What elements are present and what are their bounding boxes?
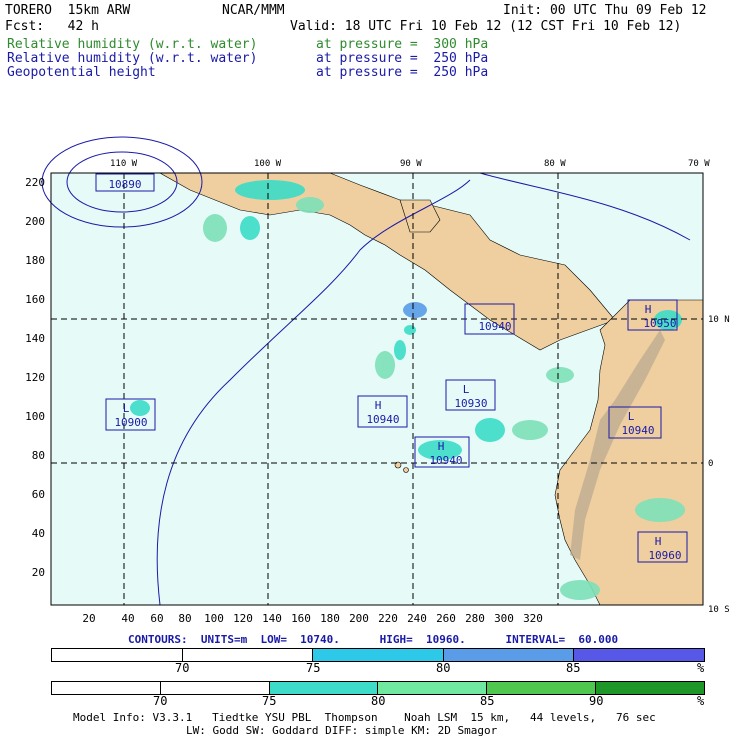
- svg-text:H: H: [438, 440, 445, 453]
- scale2-label: 75: [262, 694, 277, 708]
- scale-segment: [378, 682, 488, 694]
- x-tick: 220: [378, 612, 398, 625]
- scale2-label: 80: [371, 694, 386, 708]
- x-tick: 200: [349, 612, 369, 625]
- scale1-label: 80: [436, 661, 451, 675]
- y-tick: 220: [25, 176, 45, 189]
- scale-segment: [443, 649, 575, 661]
- svg-text:10940: 10940: [478, 320, 511, 333]
- svg-text:10900: 10900: [114, 416, 147, 429]
- lon-label: 70 W: [688, 159, 710, 169]
- rh-300-color-scale: [51, 648, 705, 662]
- x-tick: 100: [204, 612, 224, 625]
- scale-segment: [52, 682, 161, 694]
- x-tick: 140: [262, 612, 282, 625]
- y-tick: 100: [25, 410, 45, 423]
- x-tick: 260: [436, 612, 456, 625]
- svg-text:10960: 10960: [648, 549, 681, 562]
- y-tick: 20: [32, 566, 45, 579]
- scale1-label: 75: [306, 661, 321, 675]
- scale1-label: 85: [566, 661, 581, 675]
- scale2-label: %: [697, 694, 705, 708]
- svg-text:L: L: [123, 402, 130, 415]
- x-tick: 40: [121, 612, 134, 625]
- y-tick: 120: [25, 371, 45, 384]
- svg-text:10950: 10950: [643, 317, 676, 330]
- y-tick: 140: [25, 332, 45, 345]
- rh-250-color-scale: [51, 681, 705, 695]
- lon-label: 110 W: [110, 159, 138, 169]
- scale-segment: [313, 649, 444, 661]
- scale-segment: [52, 649, 183, 661]
- scale2-label: 70: [153, 694, 168, 708]
- y-tick-labels: 220 200 180 160 140 120 100 80 60 40 20: [25, 176, 45, 579]
- contours-info: CONTOURS: UNITS=m LOW= 10740. HIGH= 1096…: [128, 633, 619, 646]
- svg-text:L: L: [628, 410, 635, 423]
- lon-label: 90 W: [400, 159, 422, 169]
- svg-text:H: H: [375, 399, 382, 412]
- scale-segment: [487, 682, 597, 694]
- model-info: Model Info: V3.3.1 Tiedtke YSU PBL Thomp…: [73, 711, 656, 724]
- model-physics: LW: Godd SW: Goddard DIFF: simple KM: 2D…: [186, 724, 498, 737]
- scale-segment: [160, 682, 270, 694]
- x-tick: 80: [178, 612, 191, 625]
- y-tick: 60: [32, 488, 45, 501]
- svg-text:H: H: [655, 535, 662, 548]
- svg-text:L: L: [463, 383, 470, 396]
- y-tick: 80: [32, 449, 45, 462]
- x-tick: 20: [82, 612, 95, 625]
- y-tick: 180: [25, 254, 45, 267]
- x-tick: 180: [320, 612, 340, 625]
- scale-segment: [596, 682, 704, 694]
- svg-text:10940: 10940: [429, 454, 462, 467]
- y-tick: 40: [32, 527, 45, 540]
- y-tick: 160: [25, 293, 45, 306]
- scale-segment: [574, 649, 704, 661]
- x-tick: 160: [291, 612, 311, 625]
- lat-labels: 10 N 0 10 S: [708, 315, 730, 615]
- lat-label: 10 N: [708, 315, 730, 325]
- svg-text:10940: 10940: [366, 413, 399, 426]
- x-tick: 60: [150, 612, 163, 625]
- lon-label: 80 W: [544, 159, 566, 169]
- x-tick: 300: [494, 612, 514, 625]
- x-tick: 280: [465, 612, 485, 625]
- svg-text:H: H: [645, 303, 652, 316]
- x-tick-labels: 20 40 60 80 100 120 140 160 180 200 220 …: [82, 612, 543, 625]
- svg-text:10940: 10940: [621, 424, 654, 437]
- lon-labels: 110 W 100 W 90 W 80 W 70 W: [110, 159, 710, 169]
- scale2-label: 90: [589, 694, 604, 708]
- scale1-label: %: [697, 661, 705, 675]
- lon-label: 100 W: [254, 159, 282, 169]
- x-tick: 240: [407, 612, 427, 625]
- x-tick: 320: [523, 612, 543, 625]
- scale1-label: 70: [175, 661, 190, 675]
- scale2-label: 85: [480, 694, 495, 708]
- scale-segment: [182, 649, 314, 661]
- y-tick: 200: [25, 215, 45, 228]
- galapagos-island: [403, 467, 409, 473]
- lat-label: 0: [708, 459, 713, 469]
- svg-text:10930: 10930: [454, 397, 487, 410]
- weather-map: 110 W 100 W 90 W 80 W 70 W 10 N 0 10 S 2…: [25, 136, 730, 625]
- lat-label: 10 S: [708, 605, 730, 615]
- x-tick: 120: [233, 612, 253, 625]
- scale-segment: [269, 682, 379, 694]
- svg-text:10890: 10890: [108, 178, 141, 191]
